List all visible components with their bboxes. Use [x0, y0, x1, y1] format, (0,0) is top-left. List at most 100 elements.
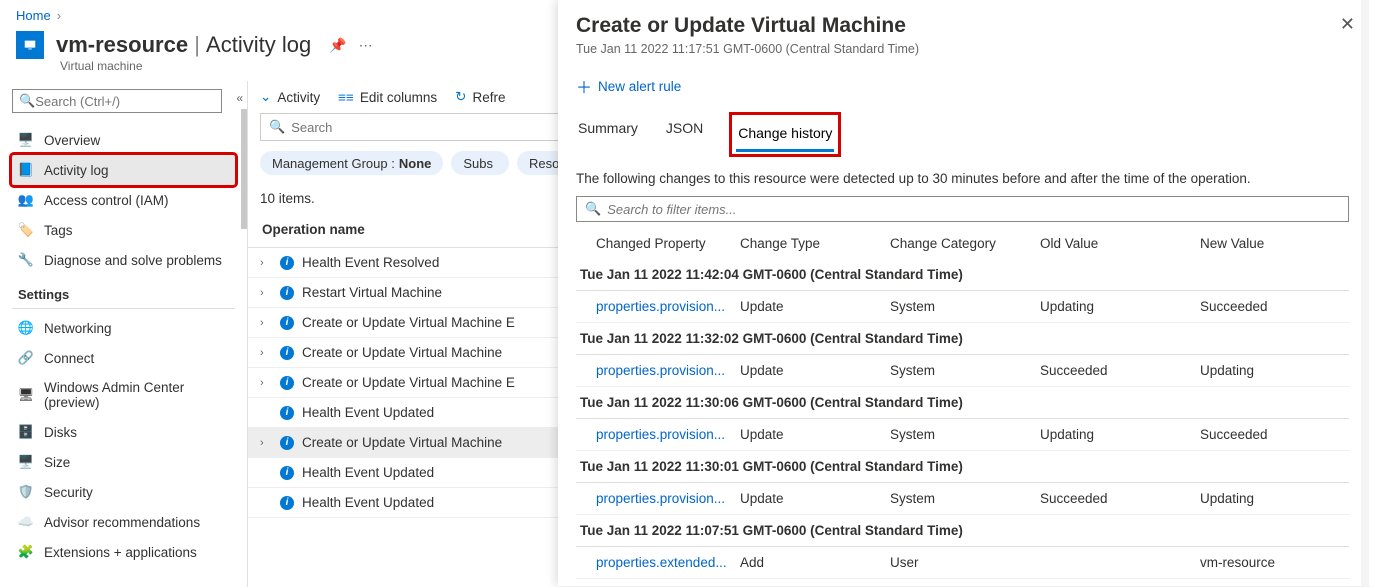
sidebar-item-windows-admin-center-preview-[interactable]: 🖥Windows Admin Center (preview)	[12, 373, 235, 417]
advisor-icon: ☁️	[18, 514, 34, 530]
sidebar-item-label: Activity log	[44, 163, 109, 178]
change-type: Update	[736, 363, 886, 378]
changed-property-link[interactable]: properties.extended...	[596, 555, 727, 570]
filter-pill[interactable]: Subs	[451, 151, 509, 175]
change-group-header: Tue Jan 11 2022 11:30:01 GMT-0600 (Centr…	[576, 451, 1349, 483]
panel-search-input[interactable]	[607, 202, 1340, 217]
sidebar-search-input[interactable]	[35, 94, 215, 109]
tab-change-history[interactable]: Change history	[736, 117, 834, 152]
sidebar-item-security[interactable]: 🛡️Security	[12, 477, 235, 507]
sidebar-item-label: Connect	[44, 351, 94, 366]
pin-icon[interactable]: 📌	[329, 37, 346, 54]
change-group-header: Tue Jan 11 2022 11:42:04 GMT-0600 (Centr…	[576, 259, 1349, 291]
sidebar-item-extensions-applications[interactable]: 🧩 Extensions + applications	[12, 537, 235, 567]
sidebar-item-advisor-recommendations[interactable]: ☁️Advisor recommendations	[12, 507, 235, 537]
sidebar-item-tags[interactable]: 🏷️Tags	[12, 215, 235, 245]
sidebar-item-label: Disks	[44, 425, 77, 440]
toolbar-edit-columns[interactable]: ≡≡ Edit columns	[338, 90, 437, 105]
sidebar-item-overview[interactable]: 🖥️Overview	[12, 125, 235, 155]
operation-label: Create or Update Virtual Machine E	[302, 375, 515, 390]
change-row[interactable]: properties.provision...UpdateSystemUpdat…	[576, 419, 1349, 451]
columns-icon: ≡≡	[338, 90, 354, 105]
change-table: Changed Property Change Type Change Cate…	[576, 228, 1349, 579]
new-value: Succeeded	[1196, 427, 1336, 442]
change-row[interactable]: properties.provision...UpdateSystemUpdat…	[576, 291, 1349, 323]
sidebar-item-label: Networking	[44, 321, 112, 336]
old-value: Succeeded	[1036, 363, 1196, 378]
panel-search[interactable]: 🔍	[576, 196, 1349, 222]
col-changed-property: Changed Property	[576, 236, 736, 251]
info-icon: i	[280, 256, 294, 270]
shield-icon: 🛡️	[18, 484, 34, 500]
connect-icon: 🔗	[18, 350, 34, 366]
changed-property-link[interactable]: properties.provision...	[596, 299, 725, 314]
operation-label: Health Event Updated	[302, 465, 434, 480]
change-group-header: Tue Jan 11 2022 11:30:06 GMT-0600 (Centr…	[576, 387, 1349, 419]
change-table-header: Changed Property Change Type Change Cate…	[576, 228, 1349, 259]
change-group-header: Tue Jan 11 2022 11:07:51 GMT-0600 (Centr…	[576, 515, 1349, 547]
sidebar-item-activity-log[interactable]: 📘 Activity log	[12, 155, 235, 185]
info-icon: i	[280, 496, 294, 510]
change-group-header: Tue Jan 11 2022 11:32:02 GMT-0600 (Centr…	[576, 323, 1349, 355]
col-new-value: New Value	[1196, 236, 1336, 251]
close-icon[interactable]: ✕	[1340, 14, 1355, 35]
change-type: Update	[736, 427, 886, 442]
scrollbar-thumb[interactable]	[241, 109, 247, 229]
sidebar-item-diagnose-and-solve-problems[interactable]: 🔧Diagnose and solve problems	[12, 245, 235, 275]
chevron-right-icon: ›	[57, 8, 61, 23]
col-change-category: Change Category	[886, 236, 1036, 251]
info-icon: i	[280, 346, 294, 360]
chevron-right-icon: ›	[260, 257, 272, 269]
chevron-down-icon: ⌄	[260, 89, 271, 105]
new-alert-rule-link[interactable]: ＋ New alert rule	[576, 74, 1373, 98]
vm-icon	[16, 31, 44, 59]
sidebar-item-size[interactable]: 🖥️Size	[12, 447, 235, 477]
panel-title: Create or Update Virtual Machine	[576, 14, 919, 38]
change-row[interactable]: properties.provision...UpdateSystemSucce…	[576, 355, 1349, 387]
plus-icon: ＋	[576, 74, 592, 98]
changed-property-link[interactable]: properties.provision...	[596, 491, 725, 506]
change-category: System	[886, 491, 1036, 506]
change-type: Update	[736, 491, 886, 506]
panel-timestamp: Tue Jan 11 2022 11:17:51 GMT-0600 (Centr…	[576, 42, 919, 56]
collapse-icon[interactable]: «	[236, 91, 243, 105]
page-section: Activity log	[206, 32, 311, 57]
panel-scrollbar[interactable]	[1361, 0, 1369, 586]
tab-json[interactable]: JSON	[664, 112, 705, 157]
info-icon: i	[280, 316, 294, 330]
page-title: vm-resource	[56, 32, 188, 57]
sidebar-item-connect[interactable]: 🔗 Connect	[12, 343, 235, 373]
toolbar-refresh[interactable]: ↻ Refre	[455, 89, 505, 105]
new-value: Updating	[1196, 491, 1336, 506]
col-change-type: Change Type	[736, 236, 886, 251]
log-icon: 📘	[18, 162, 34, 178]
sidebar-item-networking[interactable]: 🌐Networking	[12, 313, 235, 343]
operation-label: Restart Virtual Machine	[302, 285, 442, 300]
change-category: System	[886, 427, 1036, 442]
change-type: Add	[736, 555, 886, 570]
change-row[interactable]: properties.extended...AddUservm-resource	[576, 547, 1349, 579]
change-row[interactable]: properties.provision... UpdateSystemSucce…	[576, 483, 1349, 515]
sidebar-item-disks[interactable]: 🗄️Disks	[12, 417, 235, 447]
changed-property-link[interactable]: properties.provision...	[596, 427, 725, 442]
sidebar-search[interactable]: 🔍	[12, 89, 222, 113]
tab-change-history-highlight: Change history	[729, 112, 841, 157]
change-category: System	[886, 299, 1036, 314]
tab-summary[interactable]: Summary	[576, 112, 640, 157]
sidebar-item-label: Size	[44, 455, 70, 470]
toolbar-activity[interactable]: ⌄ Activity	[260, 89, 320, 105]
sidebar-item-access-control-iam-[interactable]: 👥Access control (IAM)	[12, 185, 235, 215]
filter-pill[interactable]: Management Group : None	[260, 151, 443, 175]
more-icon[interactable]: ⋯	[359, 37, 373, 54]
operation-label: Create or Update Virtual Machine	[302, 435, 502, 450]
changed-property-link[interactable]: properties.provision...	[596, 363, 725, 378]
old-value: Succeeded	[1036, 491, 1196, 506]
chevron-right-icon: ›	[260, 437, 272, 449]
col-old-value: Old Value	[1036, 236, 1196, 251]
sidebar-item-label: Extensions + applications	[44, 545, 197, 560]
ext-icon: 🧩	[18, 544, 34, 560]
breadcrumb-home[interactable]: Home	[16, 8, 51, 23]
change-category: User	[886, 555, 1036, 570]
operation-label: Health Event Updated	[302, 405, 434, 420]
wrench-icon: 🔧	[18, 252, 34, 268]
